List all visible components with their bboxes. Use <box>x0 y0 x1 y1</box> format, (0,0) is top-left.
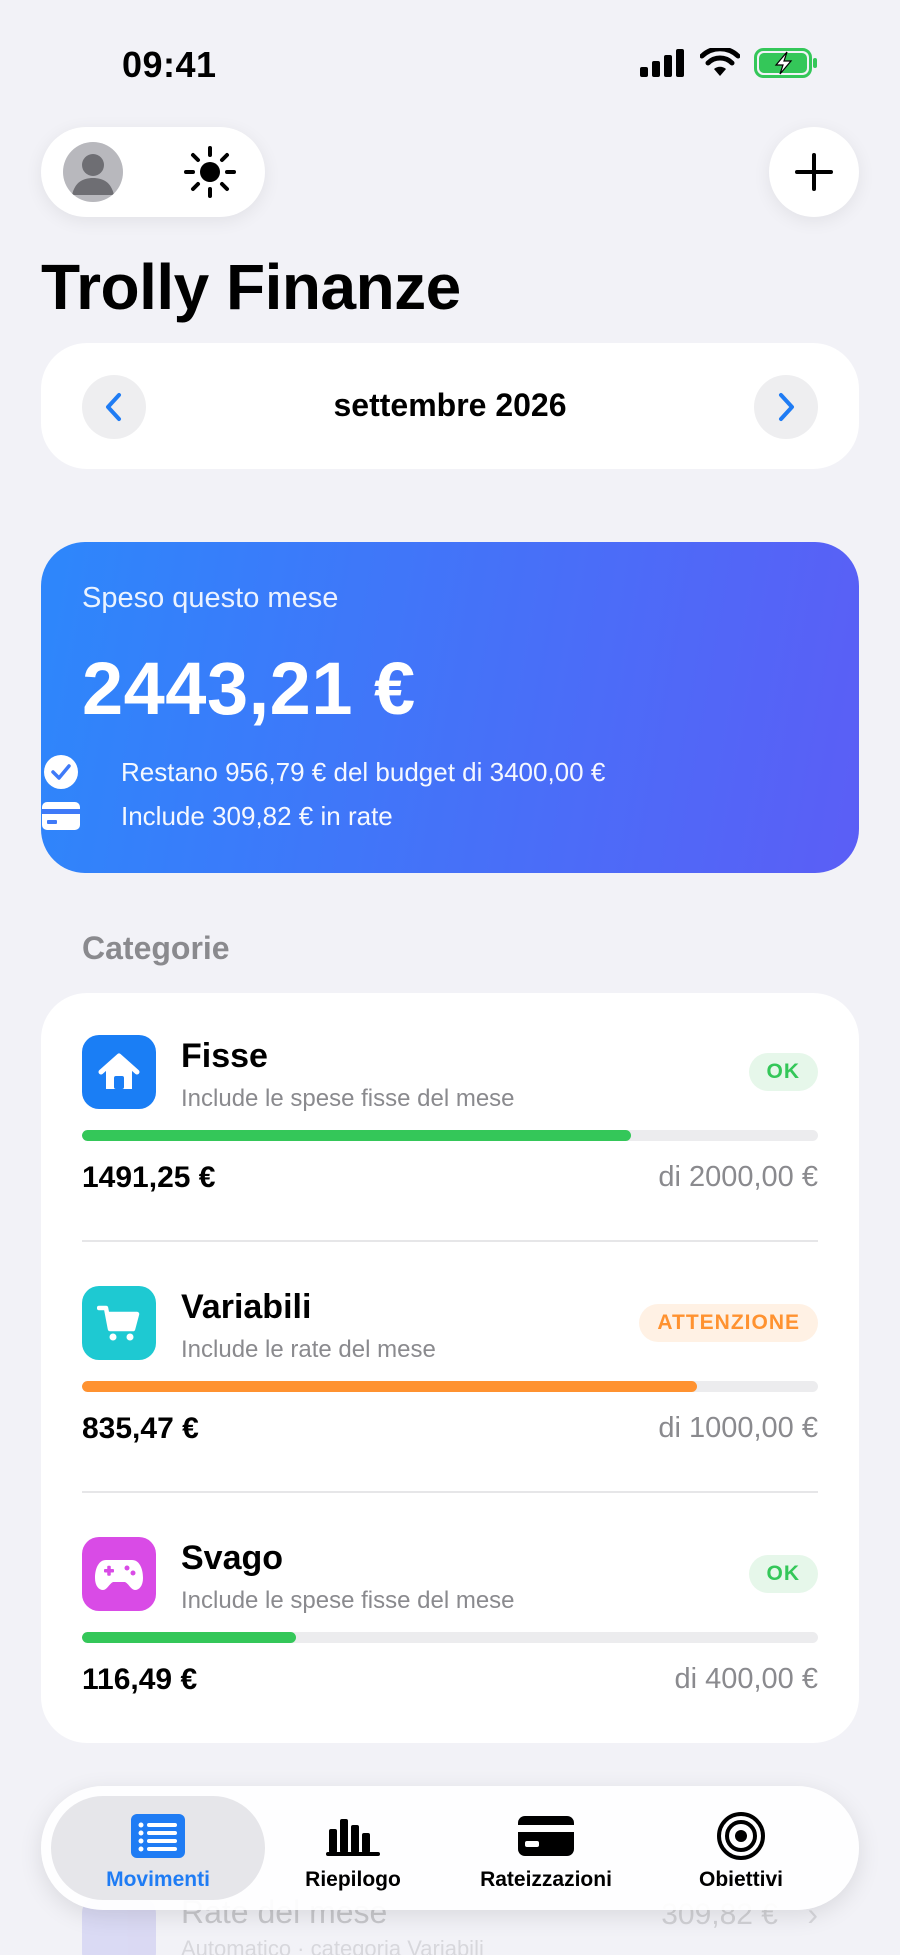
category-limit: di 2000,00 € <box>658 1161 818 1193</box>
category-spent: 1491,25 € <box>82 1161 216 1194</box>
page-title: Trolly Finanze <box>41 251 461 323</box>
tab-obiettivi[interactable]: Obiettivi <box>641 1786 841 1910</box>
category-subtitle: Include le spese fisse del mese <box>181 1085 515 1112</box>
progress-track <box>82 1632 818 1643</box>
category-row-fisse[interactable]: Fisse Include le spese fisse del mese OK… <box>82 993 818 1194</box>
list-icon <box>130 1812 186 1860</box>
wifi-icon <box>700 48 740 76</box>
summary-installments-text: Include 309,82 € in rate <box>121 800 393 831</box>
checkmark-circle-icon <box>41 752 81 792</box>
progress-fill <box>82 1130 632 1141</box>
divider <box>82 1240 818 1242</box>
tab-rateizzazioni[interactable]: Rateizzazioni <box>446 1786 646 1910</box>
category-name: Variabili <box>181 1288 312 1326</box>
status-badge: OK <box>748 1555 818 1593</box>
tab-label: Rateizzazioni <box>480 1868 612 1891</box>
sun-icon[interactable] <box>183 145 237 199</box>
tab-label: Obiettivi <box>698 1868 783 1891</box>
tab-bar: Movimenti Riepilogo Rateizzazioni Obiett… <box>41 1786 859 1910</box>
credit-card-icon <box>41 796 81 836</box>
status-badge: ATTENZIONE <box>639 1304 818 1342</box>
month-label: settembre 2026 <box>333 387 567 423</box>
tab-label: Movimenti <box>106 1868 210 1891</box>
chevron-right-icon <box>779 393 794 421</box>
progress-fill <box>82 1381 697 1392</box>
top-controls-pill <box>41 127 265 217</box>
summary-installments-row: Include 309,82 € in rate <box>41 796 393 836</box>
tab-label: Riepilogo <box>305 1868 401 1891</box>
avatar[interactable] <box>63 142 123 202</box>
category-name: Svago <box>181 1539 284 1577</box>
categories-section-title: Categorie <box>82 930 230 966</box>
divider <box>82 1491 818 1493</box>
target-icon <box>716 1812 766 1860</box>
category-subtitle: Include le rate del mese <box>181 1336 436 1363</box>
category-name: Fisse <box>181 1037 268 1075</box>
next-month-button[interactable] <box>754 375 818 439</box>
status-bar: 09:41 <box>0 0 900 130</box>
battery-charging-icon <box>754 48 817 78</box>
tab-riepilogo[interactable]: Riepilogo <box>253 1786 453 1910</box>
category-spent: 835,47 € <box>82 1412 199 1445</box>
signal-icon <box>640 49 684 77</box>
summary-remaining-text: Restano 956,79 € del budget di 3400,00 € <box>121 756 606 787</box>
month-navigator: settembre 2026 <box>41 343 859 469</box>
credit-card-icon <box>517 1812 575 1860</box>
status-icons <box>640 48 818 78</box>
category-row-variabili[interactable]: Variabili Include le rate del mese ATTEN… <box>82 1244 818 1445</box>
person-icon <box>72 154 114 195</box>
cart-icon <box>82 1286 156 1360</box>
summary-label: Speso questo mese <box>82 582 339 614</box>
progress-track <box>82 1130 818 1141</box>
plus-icon <box>795 153 833 191</box>
add-button[interactable] <box>769 127 859 217</box>
summary-amount: 2443,21 € <box>82 647 416 730</box>
category-limit: di 400,00 € <box>674 1663 818 1695</box>
house-icon <box>82 1035 156 1109</box>
progress-track <box>82 1381 818 1392</box>
category-subtitle: Include le spese fisse del mese <box>181 1587 515 1614</box>
tab-movimenti[interactable]: Movimenti <box>58 1786 258 1910</box>
status-time: 09:41 <box>122 44 217 85</box>
gamepad-icon <box>82 1537 156 1611</box>
category-row-svago[interactable]: Svago Include le spese fisse del mese OK… <box>82 1495 818 1696</box>
bar-chart-icon <box>326 1812 380 1860</box>
status-badge: OK <box>748 1053 818 1091</box>
category-spent: 116,49 € <box>82 1663 198 1696</box>
list-item-subtitle: Automatico · categoria Variabili <box>181 1936 484 1955</box>
category-limit: di 1000,00 € <box>658 1412 818 1444</box>
progress-fill <box>82 1632 297 1643</box>
summary-remaining-row: Restano 956,79 € del budget di 3400,00 € <box>41 752 605 792</box>
categories-card: Fisse Include le spese fisse del mese OK… <box>41 993 859 1743</box>
